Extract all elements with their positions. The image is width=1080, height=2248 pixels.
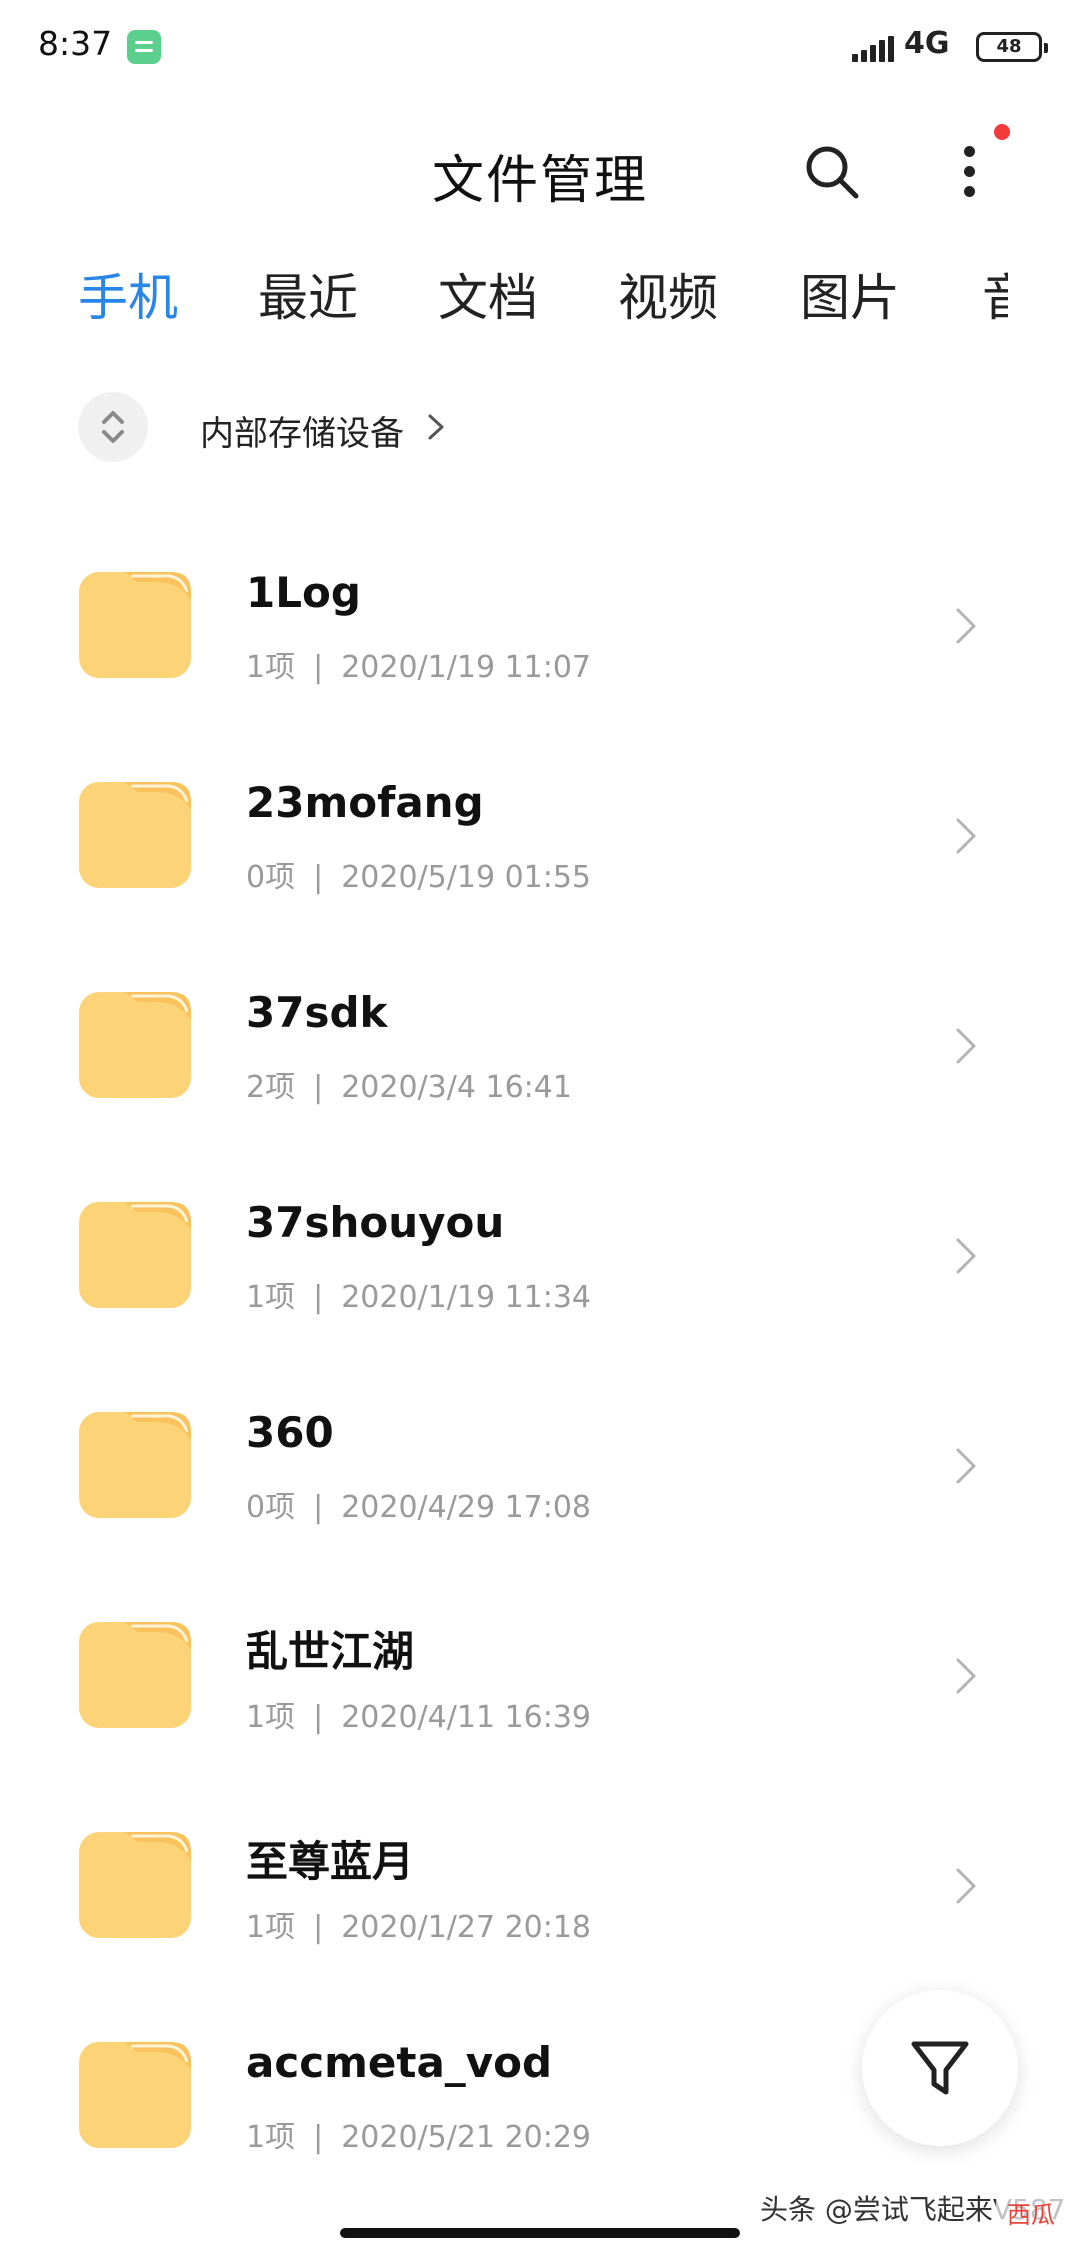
file-row[interactable]: 37shouyou 1项 | 2020/1/19 11:34 — [0, 1154, 1080, 1364]
folder-icon — [79, 1412, 191, 1518]
meta-separator: | — [313, 860, 324, 895]
file-name: 37shouyou — [246, 1198, 505, 1247]
file-date: 2020/1/19 11:07 — [341, 650, 592, 685]
file-meta: 0项 | 2020/5/19 01:55 — [246, 852, 591, 896]
chevron-right-icon — [956, 1448, 976, 1484]
file-item-count: 1项 — [246, 1700, 296, 1735]
file-item-count: 0项 — [246, 860, 296, 895]
notification-dot — [994, 124, 1010, 140]
file-meta: 1项 | 2020/5/21 20:29 — [246, 2112, 591, 2156]
tab-documents[interactable]: 文档 — [438, 258, 538, 330]
folder-icon — [79, 572, 191, 678]
file-meta: 1项 | 2020/1/27 20:18 — [246, 1902, 591, 1946]
file-meta: 2项 | 2020/3/4 16:41 — [246, 1062, 572, 1106]
meta-separator: | — [313, 650, 324, 685]
file-item-count: 2项 — [246, 1070, 296, 1105]
file-item-count: 1项 — [246, 650, 296, 685]
watermark-logo: 西瓜 — [996, 2196, 1066, 2232]
file-name: 23mofang — [246, 778, 484, 827]
file-item-count: 0项 — [246, 1490, 296, 1525]
folder-icon — [79, 1832, 191, 1938]
chevron-right-icon — [956, 1238, 976, 1274]
chevron-right-icon — [956, 818, 976, 854]
folder-icon — [79, 2042, 191, 2148]
meta-separator: | — [313, 1910, 324, 1945]
meta-separator: | — [313, 1700, 324, 1735]
meta-separator: | — [313, 2120, 324, 2155]
signal-icon — [852, 36, 896, 62]
chevron-right-icon — [956, 1658, 976, 1694]
more-options-button[interactable] — [940, 140, 1000, 204]
file-meta: 1项 | 2020/1/19 11:34 — [246, 1272, 591, 1316]
folder-icon — [79, 782, 191, 888]
file-date: 2020/5/21 20:29 — [341, 2120, 592, 2155]
file-date: 2020/3/4 16:41 — [341, 1070, 572, 1105]
file-date: 2020/5/19 01:55 — [341, 860, 592, 895]
tab-images[interactable]: 图片 — [800, 258, 900, 330]
tab-recent[interactable]: 最近 — [258, 258, 358, 330]
status-time: 8:37 — [38, 24, 113, 63]
page-title: 文件管理 — [431, 151, 648, 211]
notes-app-icon — [127, 30, 161, 64]
file-item-count: 1项 — [246, 2120, 296, 2155]
meta-separator: | — [313, 1070, 324, 1105]
network-label: 4G — [904, 26, 950, 61]
more-vertical-icon-dot — [964, 166, 975, 177]
battery-icon: 48 — [976, 32, 1048, 62]
file-row[interactable]: 乱世江湖 1项 | 2020/4/11 16:39 — [0, 1574, 1080, 1784]
file-date: 2020/4/29 17:08 — [341, 1490, 592, 1525]
file-row[interactable]: 1Log 1项 | 2020/1/19 11:07 — [0, 524, 1080, 734]
status-bar: 8:37 4G 48 — [0, 0, 1080, 96]
file-row[interactable]: 37sdk 2项 | 2020/3/4 16:41 — [0, 944, 1080, 1154]
chevron-right-icon — [956, 1868, 976, 1904]
breadcrumb-storage-label[interactable]: 内部存储设备 — [200, 406, 404, 455]
file-date: 2020/1/27 20:18 — [341, 1910, 592, 1945]
file-date: 2020/4/11 16:39 — [341, 1700, 592, 1735]
file-list: 1Log 1项 | 2020/1/19 11:07 23mofang 0项 | 2020… — [0, 524, 1080, 2204]
chevron-right-icon — [956, 608, 976, 644]
file-meta: 0项 | 2020/4/29 17:08 — [246, 1482, 591, 1526]
file-name: 乱世江湖 — [246, 1627, 415, 1676]
more-vertical-icon — [964, 146, 975, 157]
file-date: 2020/1/19 11:34 — [341, 1280, 592, 1315]
home-indicator[interactable] — [340, 2228, 740, 2238]
chevron-right-icon — [956, 1028, 976, 1064]
tab-audio[interactable]: 音 — [982, 258, 1008, 330]
expand-collapse-icon — [102, 411, 124, 443]
search-button[interactable] — [800, 140, 864, 204]
search-icon — [806, 146, 859, 199]
file-item-count: 1项 — [246, 1910, 296, 1945]
title-bar: 文件管理 — [0, 120, 1080, 220]
file-item-count: 1项 — [246, 1280, 296, 1315]
storage-switch-button[interactable] — [78, 392, 148, 462]
file-row[interactable]: 至尊蓝月 1项 | 2020/1/27 20:18 — [0, 1784, 1080, 1994]
meta-separator: | — [313, 1280, 324, 1315]
tab-videos[interactable]: 视频 — [618, 258, 718, 330]
file-name: 360 — [246, 1408, 334, 1457]
file-row[interactable]: 23mofang 0项 | 2020/5/19 01:55 — [0, 734, 1080, 944]
more-vertical-icon-dot — [964, 186, 975, 197]
folder-icon — [79, 992, 191, 1098]
file-name: 1Log — [246, 568, 361, 617]
file-meta: 1项 | 2020/1/19 11:07 — [246, 642, 591, 686]
filter-icon — [911, 2041, 969, 2095]
file-name: 至尊蓝月 — [246, 1837, 415, 1886]
folder-icon — [79, 1202, 191, 1308]
breadcrumb: 内部存储设备 — [0, 392, 1080, 464]
svg-text:西瓜: 西瓜 — [1007, 2201, 1055, 2229]
tab-phone[interactable]: 手机 — [78, 258, 178, 330]
file-name: accmeta_vod — [246, 2038, 553, 2087]
filter-button[interactable] — [862, 1990, 1018, 2146]
chevron-right-icon — [428, 414, 444, 440]
file-name: 37sdk — [246, 988, 388, 1037]
category-tabs: 手机 最近 文档 视频 图片 音 — [0, 258, 1080, 338]
folder-icon — [79, 1622, 191, 1728]
file-meta: 1项 | 2020/4/11 16:39 — [246, 1692, 591, 1736]
file-row[interactable]: 360 0项 | 2020/4/29 17:08 — [0, 1364, 1080, 1574]
meta-separator: | — [313, 1490, 324, 1525]
